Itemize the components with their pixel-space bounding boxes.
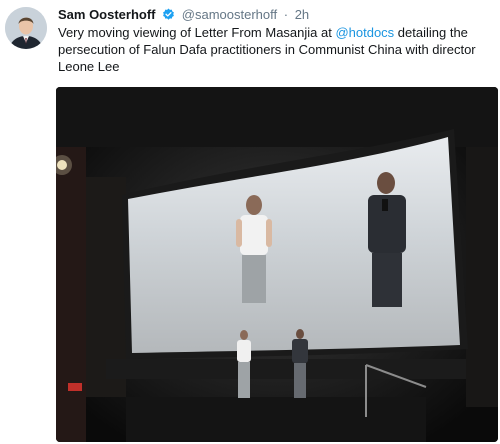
- tweet: Sam Oosterhoff @samoosterhoff · 2h Very …: [0, 0, 500, 444]
- mention-link[interactable]: @hotdocs: [335, 25, 394, 40]
- tweet-header: Sam Oosterhoff @samoosterhoff · 2h: [58, 7, 309, 23]
- author-handle[interactable]: @samoosterhoff: [182, 7, 277, 22]
- verified-badge-icon: [162, 8, 175, 25]
- separator-dot: ·: [283, 7, 289, 22]
- timestamp[interactable]: 2h: [295, 7, 309, 22]
- avatar[interactable]: [5, 7, 47, 49]
- tweet-text: Very moving viewing of Letter From Masan…: [58, 24, 498, 75]
- tweet-text-before: Very moving viewing of Letter From Masan…: [58, 25, 336, 40]
- theater-photo-image: [56, 87, 498, 442]
- tweet-photo[interactable]: [56, 87, 498, 442]
- author-name[interactable]: Sam Oosterhoff: [58, 7, 156, 22]
